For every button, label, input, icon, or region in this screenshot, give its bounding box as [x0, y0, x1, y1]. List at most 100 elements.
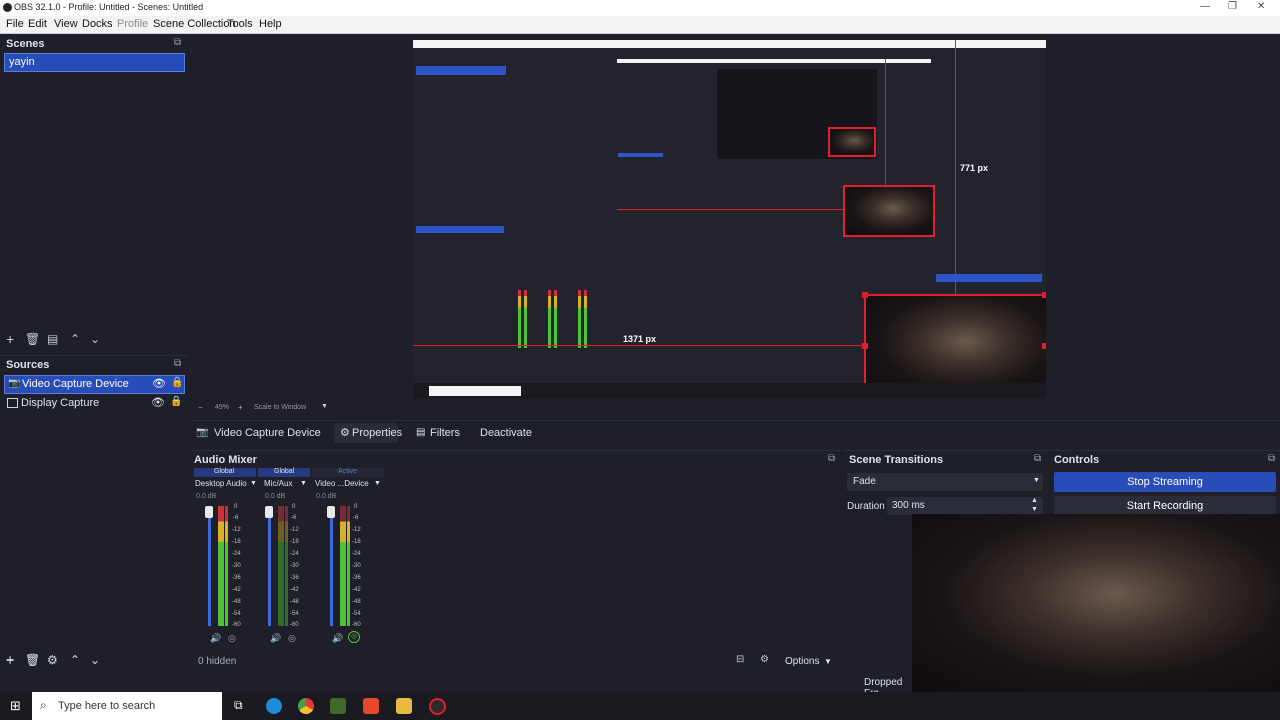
start-recording-label: Start Recording: [1126, 500, 1204, 512]
mute-speaker-icon[interactable]: 🔊: [332, 633, 343, 644]
remove-icon[interactable]: 🗑: [25, 653, 40, 667]
chrome-icon[interactable]: [298, 698, 314, 714]
volume-slider[interactable]: [268, 506, 271, 626]
chevron-down-icon[interactable]: ▼: [321, 403, 328, 410]
add-icon[interactable]: +: [6, 651, 14, 667]
chevron-down-icon[interactable]: ▼: [824, 657, 832, 666]
lock-icon[interactable]: 🔒: [171, 377, 183, 388]
move-up-icon[interactable]: ⌃: [70, 653, 80, 667]
scale-mode-select[interactable]: Scale to Window: [254, 404, 306, 411]
volume-slider-handle[interactable]: [327, 506, 335, 518]
spin-down-icon[interactable]: ▼: [1031, 506, 1038, 513]
brave-icon[interactable]: [363, 698, 379, 714]
chevron-down-icon[interactable]: ▼: [250, 480, 257, 487]
move-scene-down-icon[interactable]: ⌄: [90, 332, 100, 346]
chevron-down-icon[interactable]: ▼: [300, 480, 307, 487]
mixer-add-toolbar: + 🗑 ⚙ ⌃ ⌄: [0, 650, 188, 670]
remove-scene-icon[interactable]: 🗑: [25, 332, 40, 346]
task-view-icon[interactable]: ⧉: [234, 698, 243, 713]
file-explorer-icon[interactable]: [396, 698, 412, 714]
chevron-down-icon[interactable]: ▼: [374, 480, 381, 487]
volume-slider-handle[interactable]: [265, 506, 273, 518]
resize-handle[interactable]: [1042, 292, 1046, 298]
mute-speaker-icon[interactable]: 🔊: [270, 633, 281, 644]
edge-browser-icon[interactable]: [266, 698, 282, 714]
duration-label: Duration: [847, 501, 885, 512]
channel-name[interactable]: Video ...Device: [315, 479, 369, 488]
windows-start-icon[interactable]: ⊞: [10, 698, 21, 714]
menu-profile[interactable]: Profile: [117, 18, 148, 30]
lock-icon[interactable]: 🔒: [170, 396, 182, 407]
monitor-icon[interactable]: ◎: [288, 633, 296, 644]
volume-slider[interactable]: [208, 506, 211, 626]
volume-slider-handle[interactable]: [205, 506, 213, 518]
sources-dock: Sources ⧉ 📷 Video Capture Device 👁 🔒 Dis…: [0, 355, 188, 674]
channel-name[interactable]: Mic/Aux: [264, 479, 292, 488]
close-icon[interactable]: ✕: [1257, 1, 1265, 12]
deactivate-button[interactable]: Deactivate: [474, 423, 534, 443]
stop-streaming-button[interactable]: Stop Streaming: [1054, 472, 1276, 492]
maximize-icon[interactable]: ❐: [1228, 1, 1237, 12]
mute-speaker-icon[interactable]: 🔊: [210, 633, 221, 644]
gear-icon[interactable]: ⚙: [47, 653, 58, 667]
move-down-icon[interactable]: ⌄: [90, 653, 100, 667]
monitor-icon[interactable]: ◎: [348, 631, 360, 643]
zoom-level: 49%: [215, 404, 230, 411]
channel-badge: Active: [338, 468, 358, 475]
source-item-display-capture[interactable]: Display Capture 👁 🔒: [4, 395, 183, 412]
volume-slider[interactable]: [330, 506, 333, 626]
level-meter: [285, 506, 288, 626]
visibility-eye-icon[interactable]: 👁: [151, 396, 165, 409]
resize-handle[interactable]: [862, 292, 868, 298]
move-scene-up-icon[interactable]: ⌃: [70, 332, 80, 346]
menu-scene-collection[interactable]: Scene Collection: [153, 18, 236, 30]
audio-mixer-undock-icon[interactable]: ⧉: [828, 453, 835, 464]
level-meter: [340, 506, 346, 626]
menu-docks[interactable]: Docks: [82, 18, 113, 30]
scenes-undock-icon[interactable]: ⧉: [174, 37, 181, 48]
advanced-audio-icon[interactable]: ⚙: [760, 654, 769, 665]
zoom-in-icon[interactable]: +: [238, 403, 243, 412]
filters-button[interactable]: ▤ Filters: [410, 423, 460, 443]
obs-taskbar-icon[interactable]: [429, 698, 446, 715]
nested-stop-streaming: [936, 274, 1042, 282]
start-recording-button[interactable]: Start Recording: [1054, 496, 1276, 516]
add-scene-icon[interactable]: +: [6, 331, 14, 347]
level-meter: [347, 506, 350, 626]
scene-item-yayin[interactable]: yayin: [4, 53, 185, 72]
window-title: OBS 32.1.0 - Profile: Untitled - Scenes:…: [14, 2, 204, 12]
layout-toggle-icon[interactable]: ⊟: [736, 654, 744, 665]
monitor-icon[interactable]: ◎: [228, 633, 236, 644]
menu-help[interactable]: Help: [259, 18, 282, 30]
transitions-undock-icon[interactable]: ⧉: [1034, 453, 1041, 464]
menu-edit[interactable]: Edit: [28, 18, 47, 30]
app-icon[interactable]: [330, 698, 346, 714]
taskbar-search-box[interactable]: ⌕ Type here to search: [32, 692, 222, 720]
menu-file[interactable]: File: [6, 18, 24, 30]
transition-select[interactable]: Fade ▼: [847, 473, 1043, 491]
mixer-options-button[interactable]: Options: [785, 656, 819, 667]
nested-source-selection: [416, 226, 504, 233]
spin-up-icon[interactable]: ▲: [1031, 497, 1038, 504]
width-measure-label: 1371 px: [623, 334, 657, 344]
taskbar-search-placeholder: Type here to search: [58, 700, 156, 712]
camera-icon: 📷: [8, 378, 21, 389]
duration-spinbox[interactable]: 300 ms ▲ ▼: [887, 497, 1043, 515]
minimize-icon[interactable]: —: [1200, 1, 1210, 12]
channel-db: 0.0 dB: [316, 493, 337, 500]
menu-tools[interactable]: Tools: [227, 18, 253, 30]
resize-handle[interactable]: [862, 343, 868, 349]
controls-undock-icon[interactable]: ⧉: [1268, 453, 1275, 464]
program-preview[interactable]: 771 px 1371 px: [413, 40, 1046, 399]
sources-undock-icon[interactable]: ⧉: [174, 358, 181, 369]
source-item-video-capture[interactable]: 📷 Video Capture Device 👁 🔒: [4, 375, 185, 394]
stop-streaming-label: Stop Streaming: [1127, 476, 1203, 488]
visibility-eye-icon[interactable]: 👁: [152, 377, 166, 390]
channel-name[interactable]: Desktop Audio: [195, 479, 247, 488]
menu-view[interactable]: View: [54, 18, 78, 30]
resize-handle[interactable]: [1042, 343, 1046, 349]
properties-button[interactable]: ⚙ Properties: [334, 423, 402, 443]
guide-line-vertical: [955, 40, 956, 295]
zoom-out-icon[interactable]: −: [198, 403, 203, 412]
scene-filters-icon[interactable]: ▤: [47, 332, 58, 346]
